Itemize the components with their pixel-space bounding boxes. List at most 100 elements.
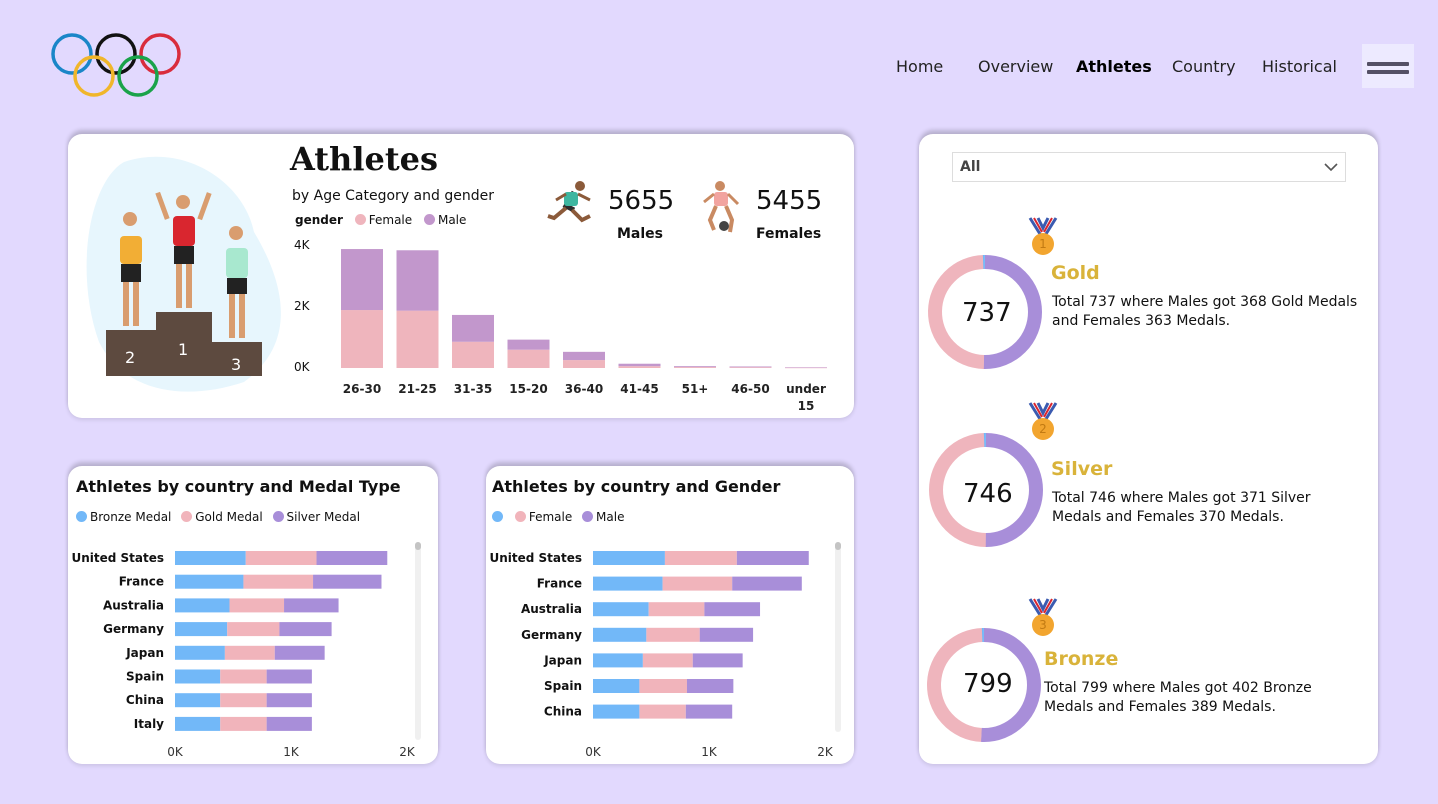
nav-athletes[interactable]: Athletes bbox=[1076, 57, 1152, 76]
gender-x-tick: 2K bbox=[817, 745, 834, 759]
age-category-chart: 26-30 21-25 31-35 15-20 36-40 41-45 51+ 46-50 un… bbox=[341, 249, 827, 413]
gender-bar bbox=[593, 602, 649, 617]
female-athlete-icon bbox=[703, 181, 740, 233]
gender-bar bbox=[642, 653, 693, 668]
gender-country-label: Spain bbox=[544, 679, 582, 693]
medal-bar bbox=[243, 574, 314, 589]
nav-country[interactable]: Country bbox=[1172, 57, 1236, 76]
age-bar-male-15-20 bbox=[507, 339, 550, 350]
legend-silver: Silver Medal bbox=[286, 510, 361, 524]
gold-description: Total 737 where Males got 368 Gold Medal… bbox=[1052, 294, 1358, 329]
gender-bar bbox=[664, 551, 737, 565]
medal-bar bbox=[220, 716, 267, 731]
podium-label-3: 3 bbox=[231, 355, 242, 374]
medal-filter-dropdown[interactable]: All bbox=[952, 152, 1346, 182]
female-legend-dot-2 bbox=[514, 511, 526, 522]
legend-male-2: Male bbox=[596, 510, 625, 524]
medal-country-label: Japan bbox=[125, 646, 164, 660]
age-bar-male-36-40 bbox=[563, 351, 605, 361]
age-bar-female-36-40 bbox=[563, 360, 605, 368]
medal-type-legend: Bronze Medal Gold Medal Silver Medal bbox=[76, 510, 360, 524]
gender-country-label: Japan bbox=[543, 653, 582, 667]
medal-bar bbox=[316, 551, 388, 565]
gender-bar bbox=[639, 679, 687, 693]
age-bar-female-21-25 bbox=[396, 310, 439, 368]
legend-female: Female bbox=[368, 213, 413, 227]
gender-legend: Female Male bbox=[492, 510, 624, 524]
age-tick-label: 15-20 bbox=[509, 382, 547, 396]
legend-bronze: Bronze Medal bbox=[90, 510, 172, 524]
gender-chart-scrollbar[interactable] bbox=[835, 542, 841, 732]
medal-type-chart: United States France Australia Germany Japan… bbox=[71, 551, 416, 759]
podium-label-1: 1 bbox=[178, 340, 189, 359]
medal-bar bbox=[224, 645, 275, 660]
nav-home[interactable]: Home bbox=[896, 57, 943, 76]
age-tick-label: 36-40 bbox=[565, 382, 603, 396]
nav-historical[interactable]: Historical bbox=[1262, 57, 1337, 76]
gender-country-label: Australia bbox=[521, 602, 582, 616]
medal-chart-scrollbar[interactable] bbox=[415, 542, 421, 740]
female-legend-dot bbox=[354, 214, 366, 225]
blank-legend-dot bbox=[492, 511, 503, 522]
medal-bar bbox=[245, 551, 317, 565]
age-tick-label: under bbox=[786, 382, 826, 396]
silver-legend-dot bbox=[272, 511, 284, 522]
silver-total: 746 bbox=[963, 479, 1013, 509]
medal-bar bbox=[175, 622, 228, 637]
bronze-description: Total 799 where Males got 402 Bronze Med… bbox=[1044, 680, 1312, 715]
gender-country-label: France bbox=[537, 577, 582, 591]
age-tick-label: 46-50 bbox=[731, 382, 769, 396]
medal-bar bbox=[175, 669, 221, 684]
medal-bar bbox=[175, 574, 244, 589]
gender-bar bbox=[646, 627, 700, 642]
medal-country-label: Italy bbox=[134, 717, 164, 731]
age-tick-label: 31-35 bbox=[454, 382, 492, 396]
gender-bar bbox=[692, 653, 743, 668]
medal-country-label: United States bbox=[71, 551, 164, 565]
males-kpi-value: 5655 bbox=[608, 186, 675, 216]
gender-bar bbox=[686, 679, 734, 693]
nav-overview[interactable]: Overview bbox=[978, 57, 1053, 76]
medal-bar bbox=[227, 622, 280, 637]
gender-bar bbox=[648, 602, 705, 617]
gender-bar bbox=[593, 679, 640, 693]
y-tick-4k: 4K bbox=[294, 238, 310, 252]
age-bar-female-26-30 bbox=[341, 310, 383, 368]
bronze-legend-dot bbox=[76, 511, 87, 522]
age-bar-male-31-35 bbox=[452, 314, 494, 342]
athletes-title: Athletes bbox=[290, 140, 438, 178]
medal-bar bbox=[266, 716, 312, 731]
svg-text:1: 1 bbox=[1039, 237, 1047, 251]
medal-bar bbox=[175, 551, 246, 565]
scroll-thumb-2[interactable] bbox=[835, 542, 841, 550]
gender-bar bbox=[593, 704, 640, 719]
gender-bar bbox=[593, 627, 647, 642]
hamburger-icon[interactable] bbox=[1362, 44, 1414, 88]
gender-country-label: Germany bbox=[521, 628, 582, 642]
age-bar-male-21-25 bbox=[396, 250, 439, 311]
gender-bar bbox=[662, 576, 733, 591]
olympic-rings-icon bbox=[51, 33, 181, 97]
y-tick-0k: 0K bbox=[294, 360, 310, 374]
gender-title: Athletes by country and Gender bbox=[492, 477, 781, 496]
age-bar-female-41-45 bbox=[618, 366, 661, 368]
male-legend-dot bbox=[423, 214, 435, 225]
medal-bar bbox=[220, 669, 267, 684]
medal-bar bbox=[266, 693, 312, 708]
gender-bar bbox=[732, 576, 802, 591]
age-bar-female-under-15 bbox=[785, 367, 827, 369]
scroll-thumb[interactable] bbox=[415, 542, 421, 550]
age-bar-female-15-20 bbox=[507, 349, 550, 368]
medal-bar bbox=[175, 716, 221, 731]
age-bar-female-31-35 bbox=[452, 341, 494, 368]
medal-bar bbox=[175, 598, 230, 613]
medal-country-label: France bbox=[119, 575, 164, 589]
gender-bar bbox=[593, 551, 665, 565]
medal-country-label: Germany bbox=[103, 622, 164, 636]
medal-x-tick: 0K bbox=[167, 745, 184, 759]
medal-country-label: China bbox=[126, 693, 164, 707]
legend-gold: Gold Medal bbox=[195, 510, 263, 524]
gender-bar bbox=[593, 653, 643, 668]
legend-title: gender bbox=[295, 213, 343, 227]
runner-icon bbox=[547, 181, 591, 223]
